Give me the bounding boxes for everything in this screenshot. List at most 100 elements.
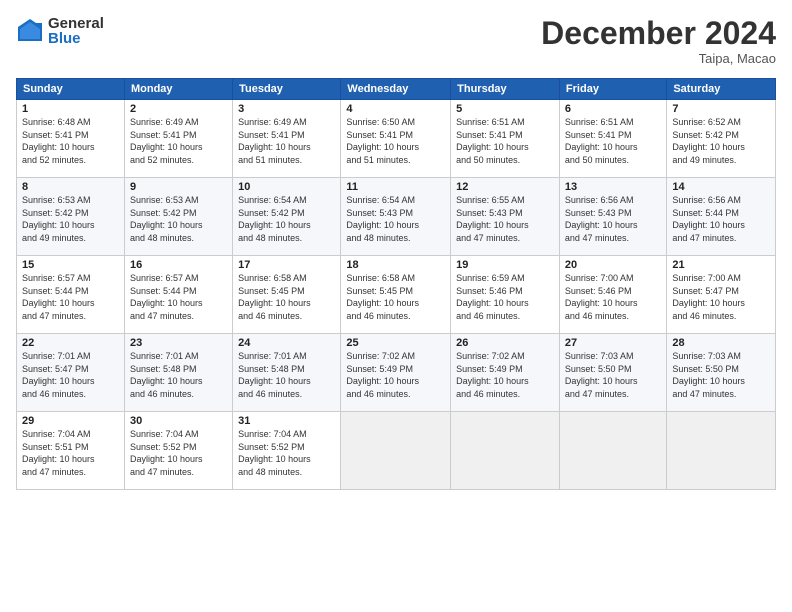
table-row: 31Sunrise: 7:04 AMSunset: 5:52 PMDayligh… <box>233 412 341 490</box>
day-number: 3 <box>238 103 335 115</box>
table-row: 4Sunrise: 6:50 AMSunset: 5:41 PMDaylight… <box>341 100 451 178</box>
day-number: 15 <box>22 259 119 271</box>
day-number: 30 <box>130 415 227 427</box>
day-number: 14 <box>672 181 770 193</box>
day-number: 20 <box>565 259 661 271</box>
day-info: Sunrise: 7:01 AMSunset: 5:48 PMDaylight:… <box>130 351 203 399</box>
col-thursday: Thursday <box>451 79 560 100</box>
table-row: 13Sunrise: 6:56 AMSunset: 5:43 PMDayligh… <box>559 178 666 256</box>
day-number: 29 <box>22 415 119 427</box>
table-row: 10 Sunrise: 6:54 AMSunset: 5:42 PMDayligh… <box>233 178 341 256</box>
day-info: Sunrise: 6:51 AMSunset: 5:41 PMDaylight:… <box>456 117 529 165</box>
day-number: 18 <box>346 259 445 271</box>
day-info: Sunrise: 6:58 AMSunset: 5:45 PMDaylight:… <box>238 273 311 321</box>
table-row: 12Sunrise: 6:55 AMSunset: 5:43 PMDayligh… <box>451 178 560 256</box>
table-row: 30 Sunrise: 7:04 AMSunset: 5:52 PMDayligh… <box>124 412 232 490</box>
col-friday: Friday <box>559 79 666 100</box>
day-info: Sunrise: 6:59 AMSunset: 5:46 PMDaylight:… <box>456 273 529 321</box>
day-number: 1 <box>22 103 119 115</box>
table-row: 6Sunrise: 6:51 AMSunset: 5:41 PMDaylight… <box>559 100 666 178</box>
day-info: Sunrise: 7:04 AMSunset: 5:52 PMDaylight:… <box>130 429 203 477</box>
table-row <box>451 412 560 490</box>
table-row: 21Sunrise: 7:00 AMSunset: 5:47 PMDayligh… <box>667 256 776 334</box>
logo-blue-text: Blue <box>48 31 104 46</box>
table-row: 1 Sunrise: 6:48 AMSunset: 5:41 PMDaylight… <box>17 100 125 178</box>
month-title: December 2024 <box>541 16 776 51</box>
logo-text: General Blue <box>48 16 104 46</box>
day-number: 26 <box>456 337 554 349</box>
table-row: 24Sunrise: 7:01 AMSunset: 5:48 PMDayligh… <box>233 334 341 412</box>
table-row <box>341 412 451 490</box>
table-row: 29 Sunrise: 7:04 AMSunset: 5:51 PMDayligh… <box>17 412 125 490</box>
table-row: 17 Sunrise: 6:58 AMSunset: 5:45 PMDayligh… <box>233 256 341 334</box>
day-number: 23 <box>130 337 227 349</box>
day-number: 8 <box>22 181 119 193</box>
day-info: Sunrise: 6:55 AMSunset: 5:43 PMDaylight:… <box>456 195 529 243</box>
col-wednesday: Wednesday <box>341 79 451 100</box>
calendar-table: Sunday Monday Tuesday Wednesday Thursday… <box>16 78 776 490</box>
table-row: 8 Sunrise: 6:53 AMSunset: 5:42 PMDaylight… <box>17 178 125 256</box>
day-info: Sunrise: 7:02 AMSunset: 5:49 PMDaylight:… <box>456 351 529 399</box>
table-row: 28 Sunrise: 7:03 AMSunset: 5:50 PMDayligh… <box>667 334 776 412</box>
day-number: 25 <box>346 337 445 349</box>
day-info: Sunrise: 7:04 AMSunset: 5:51 PMDaylight:… <box>22 429 95 477</box>
day-number: 7 <box>672 103 770 115</box>
header: General Blue December 2024 Taipa, Macao <box>16 16 776 66</box>
table-row: 20Sunrise: 7:00 AMSunset: 5:46 PMDayligh… <box>559 256 666 334</box>
calendar-week-row: 22Sunrise: 7:01 AMSunset: 5:47 PMDayligh… <box>17 334 776 412</box>
col-sunday: Sunday <box>17 79 125 100</box>
table-row: 16Sunrise: 6:57 AMSunset: 5:44 PMDayligh… <box>124 256 232 334</box>
day-number: 22 <box>22 337 119 349</box>
day-info: Sunrise: 6:58 AMSunset: 5:45 PMDaylight:… <box>346 273 419 321</box>
table-row: 25 Sunrise: 7:02 AMSunset: 5:49 PMDayligh… <box>341 334 451 412</box>
day-info: Sunrise: 7:02 AMSunset: 5:49 PMDaylight:… <box>346 351 419 399</box>
day-info: Sunrise: 6:54 AMSunset: 5:42 PMDaylight:… <box>238 195 311 243</box>
table-row: 23 Sunrise: 7:01 AMSunset: 5:48 PMDayligh… <box>124 334 232 412</box>
calendar-week-row: 29 Sunrise: 7:04 AMSunset: 5:51 PMDayligh… <box>17 412 776 490</box>
table-row <box>667 412 776 490</box>
day-info: Sunrise: 7:03 AMSunset: 5:50 PMDaylight:… <box>672 351 745 399</box>
table-row: 18 Sunrise: 6:58 AMSunset: 5:45 PMDayligh… <box>341 256 451 334</box>
day-number: 5 <box>456 103 554 115</box>
day-number: 6 <box>565 103 661 115</box>
day-number: 10 <box>238 181 335 193</box>
day-info: Sunrise: 6:53 AMSunset: 5:42 PMDaylight:… <box>130 195 203 243</box>
day-info: Sunrise: 6:56 AMSunset: 5:44 PMDaylight:… <box>672 195 745 243</box>
table-row: 22Sunrise: 7:01 AMSunset: 5:47 PMDayligh… <box>17 334 125 412</box>
table-row: 2 Sunrise: 6:49 AMSunset: 5:41 PMDaylight… <box>124 100 232 178</box>
logo-general-text: General <box>48 16 104 31</box>
day-info: Sunrise: 6:52 AMSunset: 5:42 PMDaylight:… <box>672 117 745 165</box>
day-number: 19 <box>456 259 554 271</box>
day-info: Sunrise: 6:54 AMSunset: 5:43 PMDaylight:… <box>346 195 419 243</box>
col-tuesday: Tuesday <box>233 79 341 100</box>
table-row: 3 Sunrise: 6:49 AMSunset: 5:41 PMDaylight… <box>233 100 341 178</box>
day-info: Sunrise: 6:49 AMSunset: 5:41 PMDaylight:… <box>130 117 203 165</box>
day-info: Sunrise: 6:53 AMSunset: 5:42 PMDaylight:… <box>22 195 95 243</box>
day-number: 2 <box>130 103 227 115</box>
day-number: 9 <box>130 181 227 193</box>
day-number: 28 <box>672 337 770 349</box>
calendar-header-row: Sunday Monday Tuesday Wednesday Thursday… <box>17 79 776 100</box>
calendar-week-row: 1 Sunrise: 6:48 AMSunset: 5:41 PMDaylight… <box>17 100 776 178</box>
table-row: 26 Sunrise: 7:02 AMSunset: 5:49 PMDayligh… <box>451 334 560 412</box>
col-saturday: Saturday <box>667 79 776 100</box>
page: General Blue December 2024 Taipa, Macao … <box>0 0 792 612</box>
table-row: 11 Sunrise: 6:54 AMSunset: 5:43 PMDayligh… <box>341 178 451 256</box>
day-number: 24 <box>238 337 335 349</box>
day-info: Sunrise: 7:04 AMSunset: 5:52 PMDaylight:… <box>238 429 311 477</box>
table-row <box>559 412 666 490</box>
table-row: 27Sunrise: 7:03 AMSunset: 5:50 PMDayligh… <box>559 334 666 412</box>
day-number: 13 <box>565 181 661 193</box>
day-number: 17 <box>238 259 335 271</box>
table-row: 9 Sunrise: 6:53 AMSunset: 5:42 PMDaylight… <box>124 178 232 256</box>
col-monday: Monday <box>124 79 232 100</box>
day-info: Sunrise: 6:48 AMSunset: 5:41 PMDaylight:… <box>22 117 95 165</box>
day-info: Sunrise: 6:49 AMSunset: 5:41 PMDaylight:… <box>238 117 311 165</box>
logo-icon <box>16 17 44 45</box>
table-row: 14 Sunrise: 6:56 AMSunset: 5:44 PMDayligh… <box>667 178 776 256</box>
table-row: 15Sunrise: 6:57 AMSunset: 5:44 PMDayligh… <box>17 256 125 334</box>
logo: General Blue <box>16 16 104 46</box>
day-number: 16 <box>130 259 227 271</box>
day-number: 11 <box>346 181 445 193</box>
calendar-week-row: 8 Sunrise: 6:53 AMSunset: 5:42 PMDaylight… <box>17 178 776 256</box>
